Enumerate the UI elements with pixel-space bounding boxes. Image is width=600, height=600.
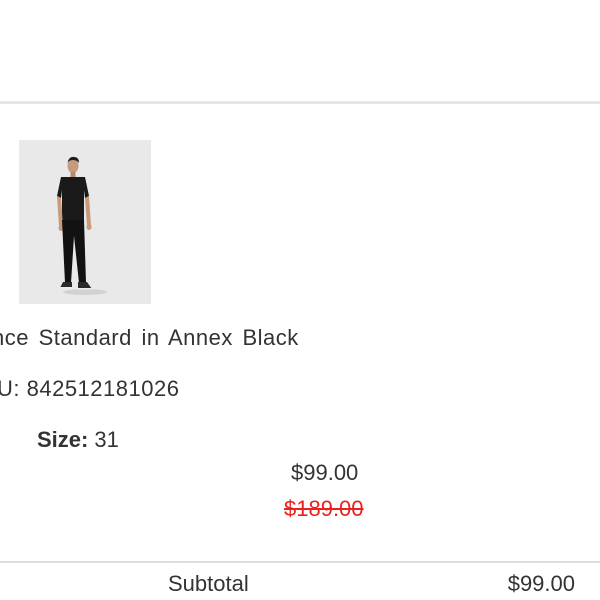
product-image[interactable] [19, 140, 151, 304]
subtotal-value: $99.00 [507, 571, 575, 596]
summary-divider [0, 561, 600, 563]
size-value: 31 [94, 427, 119, 452]
size-label: Size: [37, 427, 89, 452]
product-name[interactable]: nce Standard in Annex Black [0, 325, 299, 351]
product-sku: U: 842512181026 [0, 376, 180, 401]
size-row: Size: 31 [37, 427, 119, 453]
sale-price: $99.00 [291, 460, 359, 485]
original-price: $189.00 [284, 496, 364, 521]
header-divider [0, 101, 600, 104]
cart-page: nce Standard in Annex Black U: 842512181… [0, 0, 600, 600]
product-photo-icon [19, 140, 151, 304]
subtotal-label: Subtotal [168, 571, 249, 596]
